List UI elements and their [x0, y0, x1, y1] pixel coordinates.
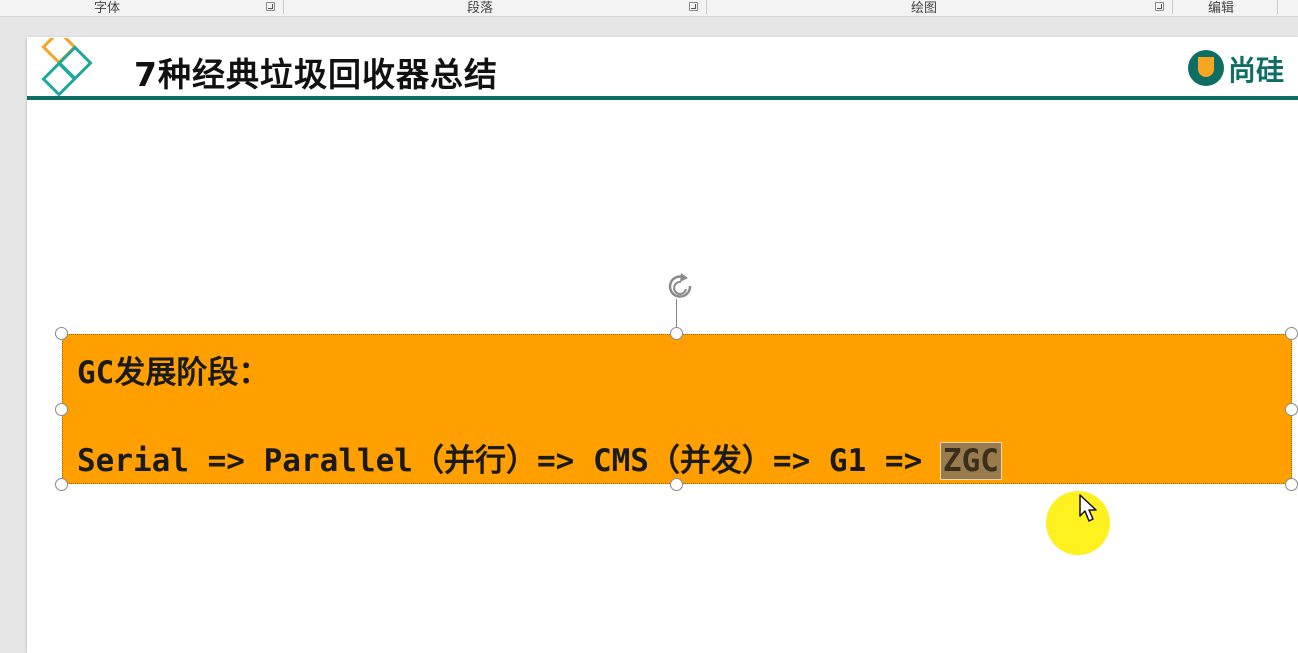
sequence-g1: （并发）=> G1 =>: [648, 443, 941, 479]
sequence-serial-parallel: Serial => Parallel: [77, 443, 413, 479]
resize-handle-bottom-left[interactable]: [55, 478, 68, 491]
brand-text: 尚硅: [1228, 54, 1285, 87]
gc-stages-text-box[interactable]: GC发展阶段： Serial => Parallel（并行）=> CMS（并发）…: [62, 334, 1292, 484]
paragraph-dialog-launcher-icon[interactable]: [689, 2, 698, 11]
brand-badge-icon: [1188, 50, 1224, 86]
slide-canvas[interactable]: 7种经典垃圾回收器总结 尚硅 GC发展阶段： Serial => Paralle…: [27, 37, 1298, 653]
gc-stages-sequence: Serial => Parallel（并行）=> CMS（并发）=> G1 =>…: [77, 435, 1002, 480]
resize-handle-middle-left[interactable]: [55, 403, 68, 416]
resize-handle-top-right[interactable]: [1285, 327, 1298, 340]
slide-title: 7种经典垃圾回收器总结: [134, 55, 498, 94]
sequence-cms: （并行）=> CMS: [412, 443, 649, 479]
diamond-logo-icon: [41, 38, 93, 97]
ribbon-separator: [706, 0, 707, 14]
zgc-selected-text[interactable]: ZGC: [939, 442, 1002, 480]
ribbon-separator: [1172, 0, 1173, 14]
resize-handle-middle-right[interactable]: [1285, 403, 1298, 416]
ribbon-group-editing-label: 编辑: [1208, 1, 1235, 16]
gc-stages-heading: GC发展阶段：: [77, 355, 270, 391]
ribbon-group-font-label: 字体: [94, 1, 121, 16]
brand-logo: 尚硅: [1188, 47, 1298, 87]
resize-handle-bottom-center[interactable]: [670, 478, 683, 491]
resize-handle-top-left[interactable]: [55, 327, 68, 340]
ribbon-separator: [1277, 0, 1278, 14]
rotate-handle-icon[interactable]: [664, 273, 698, 303]
resize-handle-bottom-right[interactable]: [1285, 478, 1298, 491]
mouse-pointer-icon: [1079, 494, 1097, 522]
font-dialog-launcher-icon[interactable]: [266, 2, 275, 11]
ribbon-group-labels: 字体 段落 绘图 编辑: [0, 0, 1298, 17]
drawing-dialog-launcher-icon[interactable]: [1155, 2, 1164, 11]
ribbon-group-paragraph-label: 段落: [467, 1, 494, 16]
resize-handle-top-center[interactable]: [670, 327, 683, 340]
ribbon-group-drawing-label: 绘图: [911, 1, 938, 16]
ribbon-separator: [283, 0, 284, 14]
title-underline: [27, 96, 1298, 100]
